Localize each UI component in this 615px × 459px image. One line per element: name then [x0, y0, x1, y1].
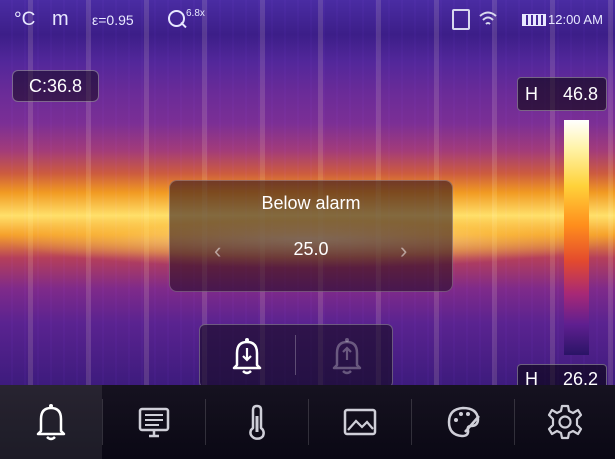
display-menu-button[interactable] [103, 385, 205, 459]
emissivity-value[interactable]: ε=0.95 [92, 12, 134, 28]
center-temp-label: C: [28, 76, 47, 96]
sd-card-icon [452, 9, 470, 30]
monitor-icon [138, 407, 170, 438]
clock: 12:00 AM [548, 12, 603, 27]
thermometer-icon [249, 404, 265, 440]
chevron-right-icon[interactable]: › [400, 238, 407, 264]
status-bar: °C m ε=0.95 6.8x 12:00 AM [0, 0, 615, 40]
zoom-level: 6.8x [186, 8, 205, 19]
scale-high-box[interactable]: H 46.8 [517, 77, 607, 111]
mode-divider [295, 335, 296, 375]
image-menu-button[interactable] [309, 385, 411, 459]
center-temperature: C:36.8 [12, 70, 99, 102]
image-icon [343, 408, 377, 436]
thermal-camera-screen: °C m ε=0.95 6.8x 12:00 AM C:36.8 H 46.8 … [0, 0, 615, 459]
palette-menu-button[interactable] [412, 385, 514, 459]
bottom-menu [0, 385, 615, 459]
bell-icon [36, 404, 66, 441]
wifi-icon [479, 11, 497, 25]
scale-high-label: H [525, 84, 538, 104]
settings-menu-button[interactable] [515, 385, 615, 459]
gear-icon [547, 404, 583, 440]
center-temp-value: 36.8 [46, 76, 83, 96]
palette-icon [447, 406, 480, 438]
alarm-menu-button[interactable] [0, 385, 102, 459]
scale-high-value: 46.8 [562, 84, 598, 104]
color-scale-bar [564, 120, 589, 355]
below-alarm-button[interactable] [227, 335, 267, 377]
alarm-mode-selector [199, 324, 393, 388]
bell-up-icon [332, 338, 362, 375]
temperature-unit[interactable]: °C [14, 9, 35, 31]
battery-icon [522, 14, 546, 26]
above-alarm-button[interactable] [327, 335, 367, 377]
zoom-icon [168, 10, 185, 27]
distance-unit[interactable]: m [52, 8, 69, 31]
alarm-dialog: Below alarm ‹ 25.0 › [169, 180, 453, 292]
measure-menu-button[interactable] [206, 385, 308, 459]
bell-down-icon [232, 338, 262, 375]
alarm-value[interactable]: 25.0 [170, 239, 452, 260]
alarm-title: Below alarm [261, 193, 361, 213]
